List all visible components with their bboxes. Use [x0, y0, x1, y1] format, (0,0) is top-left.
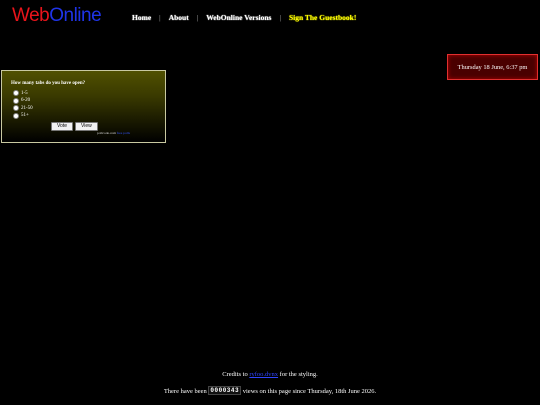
poll-option[interactable]: 21-50	[13, 105, 33, 111]
nav-versions-link[interactable]: WebOnline Versions	[206, 13, 271, 23]
poll-credit: pollcode.com free polls	[97, 131, 130, 135]
radio-button[interactable]	[13, 112, 19, 119]
radio-button[interactable]	[13, 90, 19, 96]
footer-views: There have been 0000343 views on this pa…	[0, 386, 540, 395]
poll-question: How many tabs do you have open?	[11, 81, 86, 86]
poll-option[interactable]: 6-20	[13, 97, 31, 104]
poll-option-label: 6-20	[21, 98, 31, 103]
nav-separator: |	[279, 13, 281, 22]
views-prefix: There have been	[163, 388, 207, 395]
logo-web-text: Web	[12, 5, 50, 26]
poll-buttons: Vote View	[51, 122, 98, 131]
credits-link[interactable]: ryfoo.dvnx	[249, 371, 278, 378]
view-button[interactable]: View	[75, 122, 98, 131]
nav-separator: |	[196, 13, 199, 22]
date-time-widget: Thursday 18 June, 6:37 pm	[447, 54, 538, 80]
poll-option-label: 51+	[21, 113, 29, 118]
credits-suffix: for the styling.	[279, 371, 318, 378]
poll-credit-text: pollcode.com	[97, 131, 116, 135]
footer-credits: Credits to ryfoo.dvnx for the styling.	[0, 371, 540, 378]
poll-widget: How many tabs do you have open? 1-5 6-20…	[1, 70, 166, 143]
credits-prefix: Credits to	[222, 371, 248, 378]
nav-about-link[interactable]: About	[169, 13, 189, 23]
poll-option-label: 21-50	[21, 105, 33, 111]
nav-guestbook-link[interactable]: Sign The Guestbook!	[289, 13, 356, 23]
site-logo[interactable]: WebOnline	[12, 5, 102, 27]
poll-option-label: 1-5	[21, 90, 28, 96]
nav-home-link[interactable]: Home	[132, 13, 151, 23]
vote-button[interactable]: Vote	[51, 122, 74, 131]
date-time-text: Thursday 18 June, 6:37 pm	[457, 63, 528, 71]
poll-credit-link[interactable]: free polls	[117, 131, 130, 135]
radio-button[interactable]	[13, 97, 19, 104]
poll-option[interactable]: 1-5	[13, 90, 28, 96]
top-navigation: Home | About | WebOnline Versions | Sign…	[132, 13, 356, 23]
views-suffix: views on this page since Thursday, 18th …	[242, 388, 377, 395]
logo-online-text: Online	[49, 5, 102, 26]
nav-separator: |	[159, 13, 161, 22]
hit-counter: 0000343	[208, 386, 242, 395]
poll-option[interactable]: 51+	[13, 112, 29, 119]
radio-button[interactable]	[13, 105, 19, 111]
